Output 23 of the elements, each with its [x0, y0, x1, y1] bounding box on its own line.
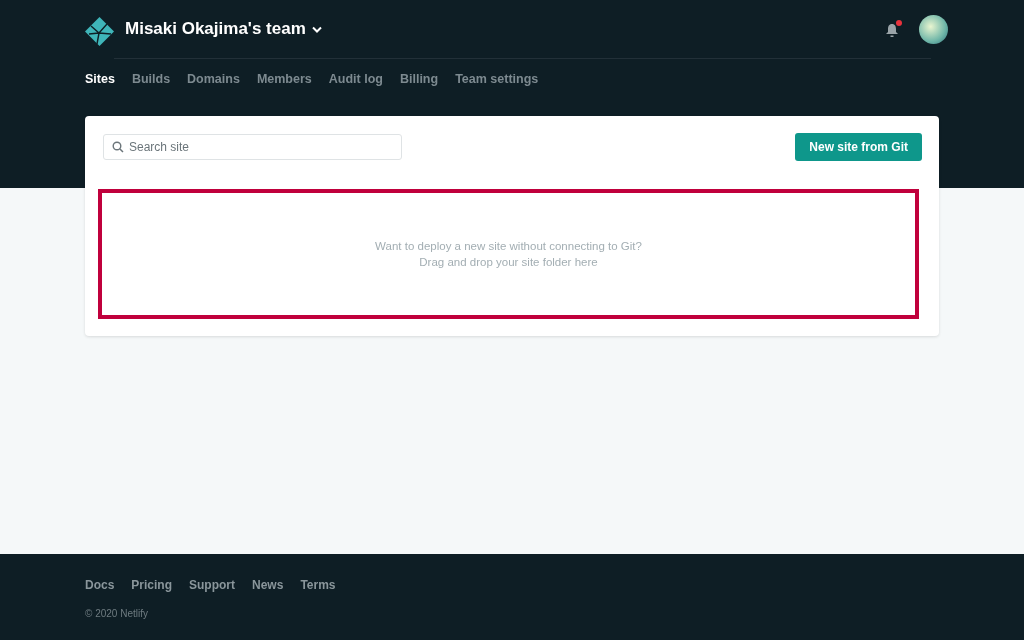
nav-tab[interactable]: Members: [256, 72, 312, 86]
footer-link[interactable]: Support: [189, 578, 236, 592]
search-field[interactable]: Search site: [103, 134, 402, 160]
drop-zone-text: Want to deploy a new site without connecting to Git?: [375, 240, 642, 252]
nav-tab[interactable]: Domains: [187, 72, 240, 86]
avatar[interactable]: [919, 14, 948, 44]
nav-tab[interactable]: Audit log: [328, 72, 383, 86]
footer-link[interactable]: Pricing: [131, 578, 173, 592]
new-site-button[interactable]: New site from Git: [795, 133, 922, 161]
chevron-down-icon: [311, 25, 322, 33]
bell-icon: [885, 23, 899, 38]
nav-tab[interactable]: Sites: [85, 72, 115, 86]
copyright: © 2020 Netlify: [85, 608, 149, 619]
notifications-button[interactable]: [885, 20, 903, 38]
logo-icon: [85, 17, 114, 46]
footer-link[interactable]: Docs: [85, 578, 115, 592]
drop-zone-text: Drag and drop your site folder here: [419, 256, 598, 268]
nav-tab[interactable]: Team settings: [455, 72, 539, 86]
nav-tab[interactable]: Builds: [131, 72, 171, 86]
nav-tab[interactable]: Billing: [399, 72, 439, 86]
footer-link[interactable]: Terms: [300, 578, 336, 592]
footer-link[interactable]: News: [252, 578, 284, 592]
team-switcher[interactable]: Misaki Okajima's team: [125, 19, 322, 39]
